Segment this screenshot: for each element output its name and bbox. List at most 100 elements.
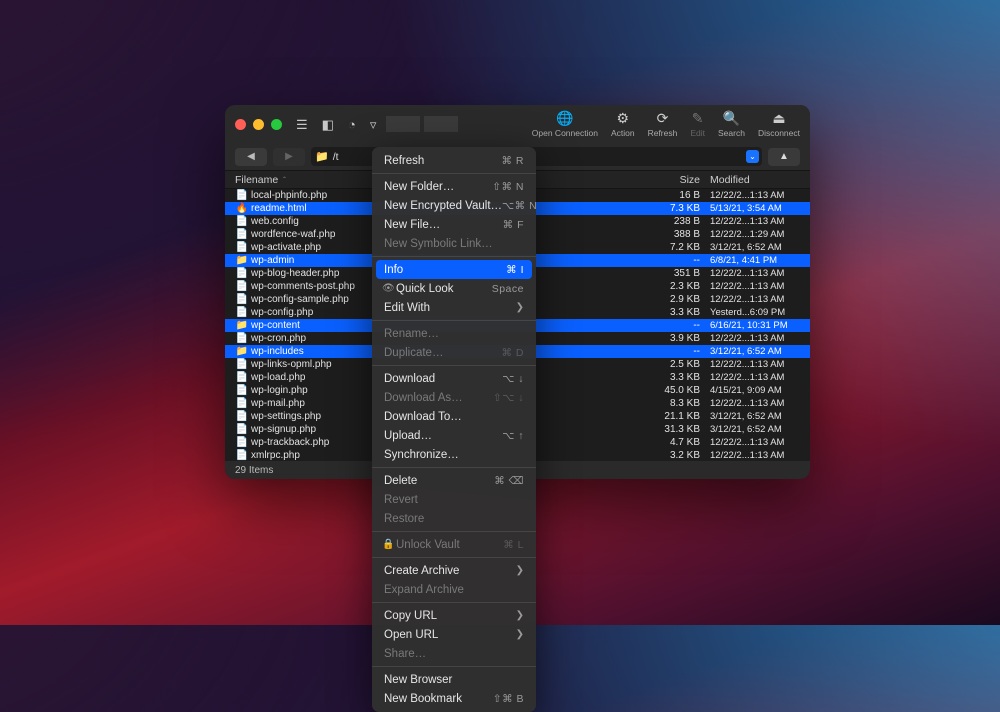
menu-item: Expand Archive xyxy=(372,580,536,599)
path-dropdown-icon[interactable]: ⌄ xyxy=(746,150,759,163)
search-button[interactable]: 🔍 Search xyxy=(718,111,745,138)
menu-item-label: Download xyxy=(384,373,502,385)
file-modified: 12/22/2...1:13 AM xyxy=(700,294,800,305)
menu-item[interactable]: Info⌘ I xyxy=(376,260,532,279)
menu-item[interactable]: Copy URL❯ xyxy=(372,606,536,625)
nav-back-button[interactable]: ◀ xyxy=(235,148,267,166)
file-icon: 📄 xyxy=(235,294,249,305)
nav-forward-button[interactable]: ▶ xyxy=(273,148,305,166)
eye-icon: 👁 xyxy=(382,283,396,294)
file-size: 238 B xyxy=(640,216,700,227)
nav-up-button[interactable]: ▲ xyxy=(768,148,800,166)
menu-shortcut: ⇧⌘ B xyxy=(493,693,524,705)
file-modified: 4/15/21, 9:09 AM xyxy=(700,385,800,396)
menu-item[interactable]: Create Archive❯ xyxy=(372,561,536,580)
action-menu-button[interactable]: ⚙︎ Action xyxy=(611,111,635,138)
file-modified: 3/12/21, 6:52 AM xyxy=(700,242,800,253)
status-text: 29 Items xyxy=(235,465,273,476)
menu-item[interactable]: 👁Quick LookSpace xyxy=(372,279,536,298)
file-icon: 📄 xyxy=(235,216,249,227)
file-icon: 📄 xyxy=(235,190,249,201)
menu-item-label: Info xyxy=(384,264,506,276)
action-label: Action xyxy=(611,128,635,138)
disconnect-button[interactable]: ⏏ Disconnect xyxy=(758,111,800,138)
menu-item: Share… xyxy=(372,644,536,663)
menu-item-label: Open URL xyxy=(384,629,516,641)
column-size[interactable]: Size xyxy=(640,174,700,186)
refresh-label: Refresh xyxy=(648,128,678,138)
file-size: 388 B xyxy=(640,229,700,240)
menu-item[interactable]: Refresh⌘ R xyxy=(372,151,536,170)
file-size: 8.3 KB xyxy=(640,398,700,409)
file-size: 45.0 KB xyxy=(640,385,700,396)
ftp-browser-window: ☰ ◧ ◔ ▿ 🌐 Open Connection ⚙︎ Action ⟳ Re… xyxy=(225,105,810,479)
outline-icon[interactable]: ▿ xyxy=(370,118,377,131)
file-modified: 3/12/21, 6:52 AM xyxy=(700,411,800,422)
file-icon: 📄 xyxy=(235,268,249,279)
context-menu: Refresh⌘ RNew Folder…⇧⌘ NNew Encrypted V… xyxy=(372,147,536,712)
file-modified: Yesterd...6:09 PM xyxy=(700,307,800,318)
gear-icon: ⚙︎ xyxy=(616,111,629,127)
history-icon[interactable]: ◧ xyxy=(322,118,334,131)
column-modified[interactable]: Modified xyxy=(700,174,800,186)
file-size: 16 B xyxy=(640,190,700,201)
file-size: 2.5 KB xyxy=(640,359,700,370)
file-icon: 📄 xyxy=(235,424,249,435)
file-modified: 3/12/21, 6:52 AM xyxy=(700,346,800,357)
folder-icon: 📁 xyxy=(235,255,249,266)
file-modified: 6/16/21, 10:31 PM xyxy=(700,320,800,331)
menu-item: Revert xyxy=(372,490,536,509)
refresh-button[interactable]: ⟳ Refresh xyxy=(648,111,678,138)
menu-item: Download As…⇧⌥ ↓ xyxy=(372,388,536,407)
file-modified: 12/22/2...1:13 AM xyxy=(700,281,800,292)
menu-item-label: New Folder… xyxy=(384,181,492,193)
refresh-icon: ⟳ xyxy=(657,111,669,127)
menu-item[interactable]: New Folder…⇧⌘ N xyxy=(372,177,536,196)
edit-button[interactable]: ✎ Edit xyxy=(690,111,705,138)
menu-item-label: New Bookmark xyxy=(384,693,493,705)
minimize-window[interactable] xyxy=(253,119,264,130)
menu-item[interactable]: Open URL❯ xyxy=(372,625,536,644)
close-window[interactable] xyxy=(235,119,246,130)
menu-item[interactable]: New File…⌘ F xyxy=(372,215,536,234)
menu-item-label: Quick Look xyxy=(396,283,492,295)
folder-icon: 📁 xyxy=(315,150,329,163)
file-modified: 12/22/2...1:13 AM xyxy=(700,372,800,383)
sort-indicator-icon: ˆ xyxy=(283,176,286,185)
menu-item[interactable]: Synchronize… xyxy=(372,445,536,464)
pencil-icon: ✎ xyxy=(692,111,704,127)
folder-icon: 📁 xyxy=(235,346,249,357)
menu-item[interactable]: Delete⌘ ⌫ xyxy=(372,471,536,490)
menu-item[interactable]: New Encrypted Vault…⌥⌘ N xyxy=(372,196,536,215)
file-size: 351 B xyxy=(640,268,700,279)
menu-item: 🔒Unlock Vault⌘ L xyxy=(372,535,536,554)
file-size: 31.3 KB xyxy=(640,424,700,435)
bonjour-icon[interactable]: ◔ xyxy=(348,118,356,131)
menu-item-label: Upload… xyxy=(384,430,502,442)
file-size: -- xyxy=(640,346,700,357)
title-redacted xyxy=(386,116,458,132)
file-icon: 📄 xyxy=(235,398,249,409)
file-icon: 📄 xyxy=(235,307,249,318)
menu-item[interactable]: New Browser xyxy=(372,670,536,689)
file-size: -- xyxy=(640,255,700,266)
file-icon: 📄 xyxy=(235,359,249,370)
open-connection-button[interactable]: 🌐 Open Connection xyxy=(532,111,598,138)
menu-item[interactable]: Upload…⌥ ↑ xyxy=(372,426,536,445)
file-modified: 12/22/2...1:13 AM xyxy=(700,437,800,448)
file-icon: 📄 xyxy=(235,281,249,292)
menu-item-label: Unlock Vault xyxy=(396,539,503,551)
maximize-window[interactable] xyxy=(271,119,282,130)
file-size: 7.3 KB xyxy=(640,203,700,214)
menu-shortcut: ⌘ R xyxy=(502,155,525,167)
menu-item-label: New Encrypted Vault… xyxy=(384,200,502,212)
menu-item[interactable]: Download To… xyxy=(372,407,536,426)
menu-item[interactable]: Download⌥ ↓ xyxy=(372,369,536,388)
bookmarks-icon[interactable]: ☰ xyxy=(296,118,308,131)
menu-item: Restore xyxy=(372,509,536,528)
menu-item[interactable]: New Bookmark⇧⌘ B xyxy=(372,689,536,708)
menu-item[interactable]: Edit With❯ xyxy=(372,298,536,317)
toolbar-quick-icons: ☰ ◧ ◔ ▿ xyxy=(296,118,376,131)
column-filename-label: Filename xyxy=(235,174,278,186)
search-icon: 🔍 xyxy=(723,111,740,127)
